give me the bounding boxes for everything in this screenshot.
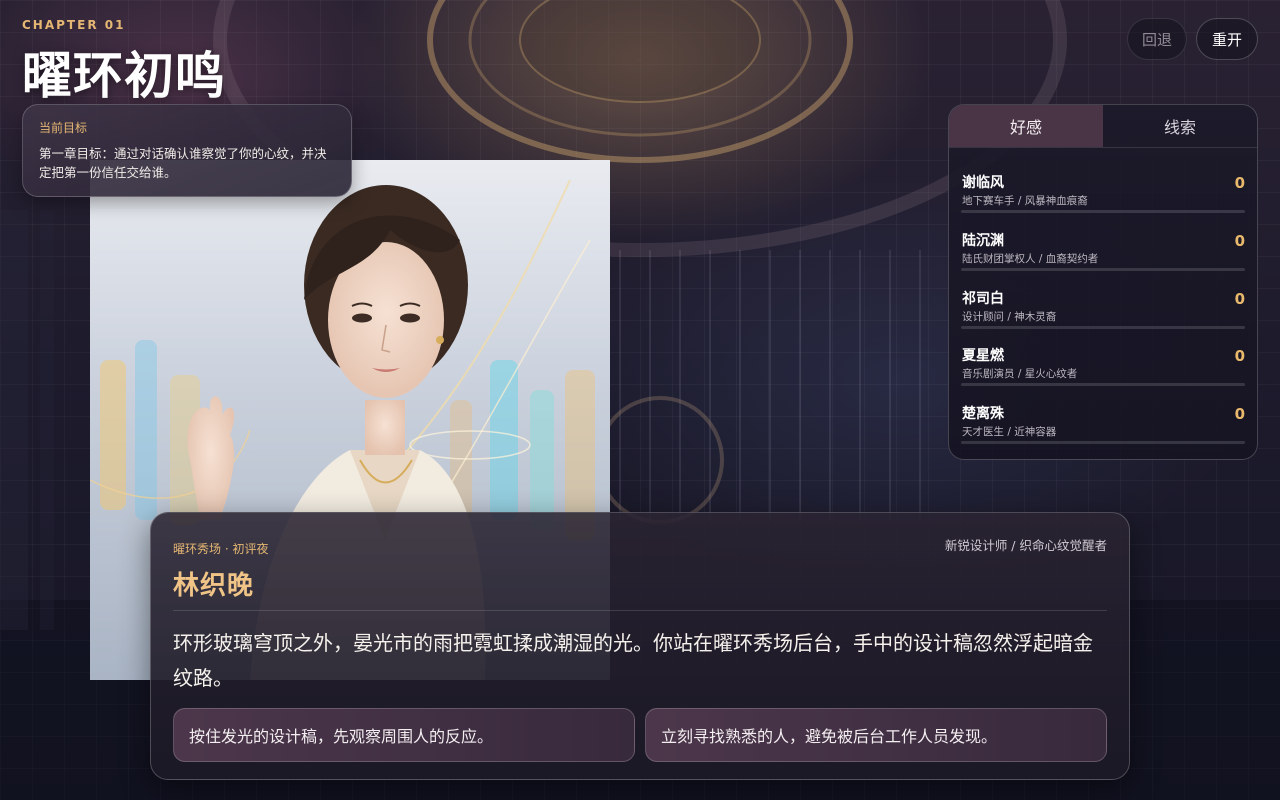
character-row[interactable]: 夏星燃 音乐剧演员 / 星火心纹者 0 (961, 327, 1245, 387)
affection-panel: 好感 线索 谢临风 地下赛车手 / 风暴神血痕裔 0 陆沉渊 陆氏财团掌权人 /… (948, 104, 1258, 460)
speaker-role: 新锐设计师 / 织命心纹觉醒者 (944, 538, 1107, 553)
character-name: 楚离殊 (962, 406, 1004, 423)
undo-button[interactable]: 回退 (1127, 18, 1187, 60)
character-list: 谢临风 地下赛车手 / 风暴神血痕裔 0 陆沉渊 陆氏财团掌权人 / 血裔契约者… (949, 148, 1257, 445)
character-name: 祁司白 (962, 290, 1004, 307)
affection-value: 0 (1234, 231, 1245, 250)
character-row[interactable]: 祁司白 设计顾问 / 神木灵裔 0 (961, 270, 1245, 329)
speaker-name: 林织晚 (173, 571, 255, 601)
chapter-label: CHAPTER 01 (22, 18, 126, 32)
character-row[interactable]: 陆沉渊 陆氏财团掌权人 / 血裔契约者 0 (961, 212, 1245, 271)
character-name: 谢临风 (962, 175, 1004, 191)
character-role: 陆氏财团掌权人 / 血裔契约者 (962, 252, 1099, 265)
restart-button[interactable]: 重开 (1196, 18, 1258, 60)
character-row[interactable]: 楚离殊 天才医生 / 近神容器 0 (961, 385, 1245, 445)
objective-text: 第一章目标：通过对话确认谁察觉了你的心纹，并决定把第一份信任交给谁。 (39, 146, 327, 180)
objective-card: 当前目标 第一章目标：通过对话确认谁察觉了你的心纹，并决定把第一份信任交给谁。 (22, 104, 352, 197)
affection-bar (961, 441, 1245, 445)
affection-value: 0 (1234, 174, 1245, 192)
tab-affection[interactable]: 好感 (949, 105, 1103, 147)
objective-label: 当前目标 (39, 121, 88, 135)
affection-value: 0 (1234, 405, 1245, 424)
dialogue-text: 环形玻璃穹顶之外，晏光市的雨把霓虹揉成潮湿的光。你站在曜环秀场后台，手中的设计稿… (173, 631, 1093, 690)
character-role: 天才医生 / 近神容器 (962, 426, 1057, 439)
dialogue-divider (173, 610, 1107, 611)
affection-value: 0 (1234, 347, 1245, 366)
choice-button[interactable]: 立刻寻找熟悉的人，避免被后台工作人员发现。 (645, 708, 1107, 762)
scene-label: 曜环秀场 · 初评夜 (173, 542, 269, 556)
character-role: 设计顾问 / 神木灵裔 (962, 310, 1057, 323)
character-name: 夏星燃 (962, 348, 1004, 365)
panel-tabs: 好感 线索 (949, 105, 1257, 148)
character-role: 音乐剧演员 / 星火心纹者 (962, 368, 1078, 381)
character-name: 陆沉渊 (962, 232, 1004, 249)
affection-value: 0 (1234, 289, 1245, 308)
choice-button[interactable]: 按住发光的设计稿，先观察周围人的反应。 (173, 708, 635, 762)
tab-clues[interactable]: 线索 (1103, 105, 1257, 147)
chapter-title: 曜环初鸣 (22, 47, 226, 105)
character-role: 地下赛车手 / 风暴神血痕裔 (962, 195, 1088, 207)
dialogue-box[interactable]: 曜环秀场 · 初评夜 新锐设计师 / 织命心纹觉醒者 林织晚 环形玻璃穹顶之外，… (150, 512, 1130, 780)
character-row[interactable]: 谢临风 地下赛车手 / 风暴神血痕裔 0 (961, 154, 1245, 213)
